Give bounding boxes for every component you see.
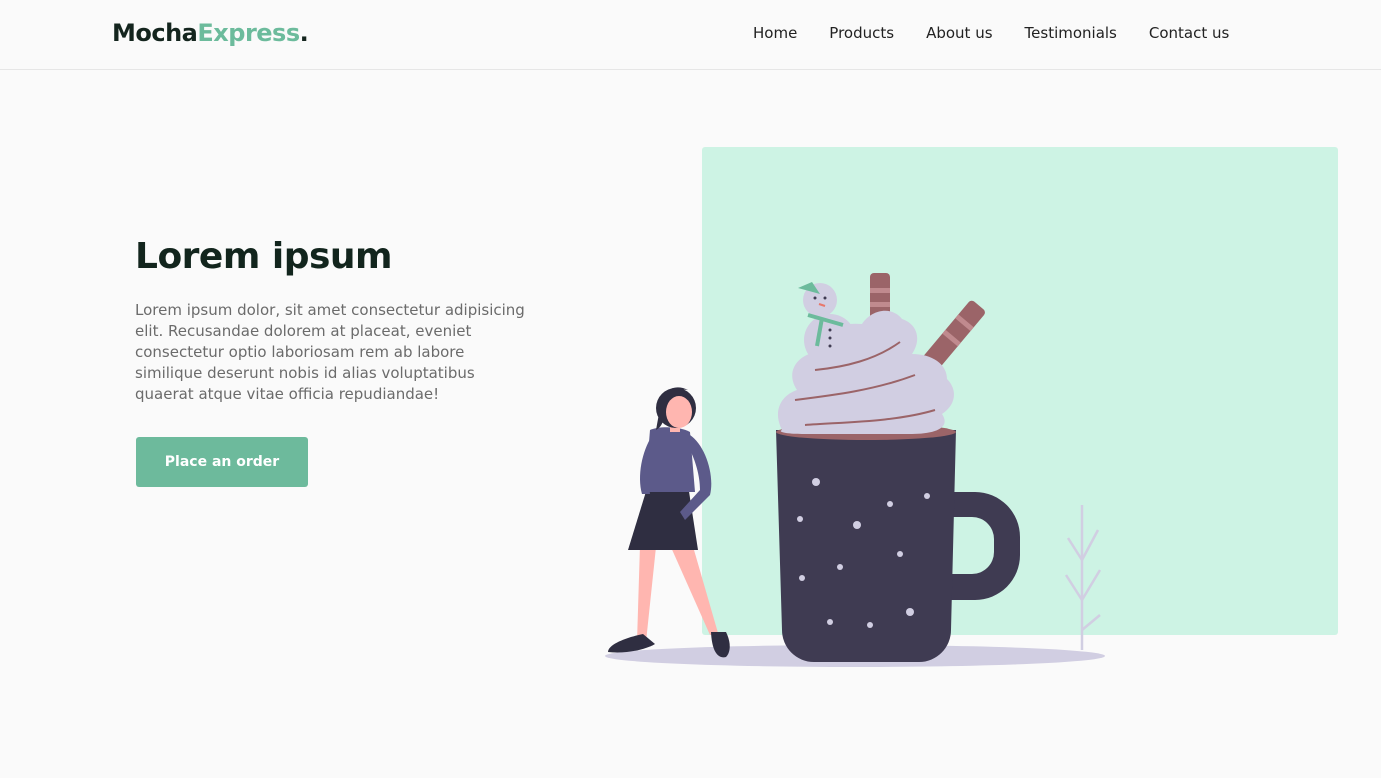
place-order-button[interactable]: Place an order — [136, 437, 308, 487]
woman-with-hot-chocolate-illustration — [605, 273, 1105, 667]
bare-tree-icon — [1064, 505, 1102, 650]
nav-contact-us[interactable]: Contact us — [1149, 24, 1229, 42]
nav-about-us[interactable]: About us — [926, 24, 992, 42]
logo-part-mocha: Mocha — [112, 19, 198, 47]
snowman-icon — [798, 282, 856, 366]
site-logo[interactable]: MochaExpress. — [112, 19, 309, 47]
woman-figure — [608, 387, 730, 658]
logo-dot: . — [299, 19, 309, 47]
hero-title: Lorem ipsum — [135, 236, 393, 277]
hero-description: Lorem ipsum dolor, sit amet consectetur … — [135, 301, 525, 403]
nav-products[interactable]: Products — [829, 24, 894, 42]
site-header: MochaExpress. Home Products About us Tes… — [0, 0, 1381, 70]
main-nav: Home Products About us Testimonials Cont… — [753, 24, 1261, 42]
logo-part-express: Express — [197, 19, 300, 47]
nav-home[interactable]: Home — [753, 24, 797, 42]
nav-testimonials[interactable]: Testimonials — [1025, 24, 1117, 42]
whipped-cream — [777, 310, 954, 434]
mug-body — [776, 430, 956, 662]
mug-handle — [945, 492, 1020, 600]
